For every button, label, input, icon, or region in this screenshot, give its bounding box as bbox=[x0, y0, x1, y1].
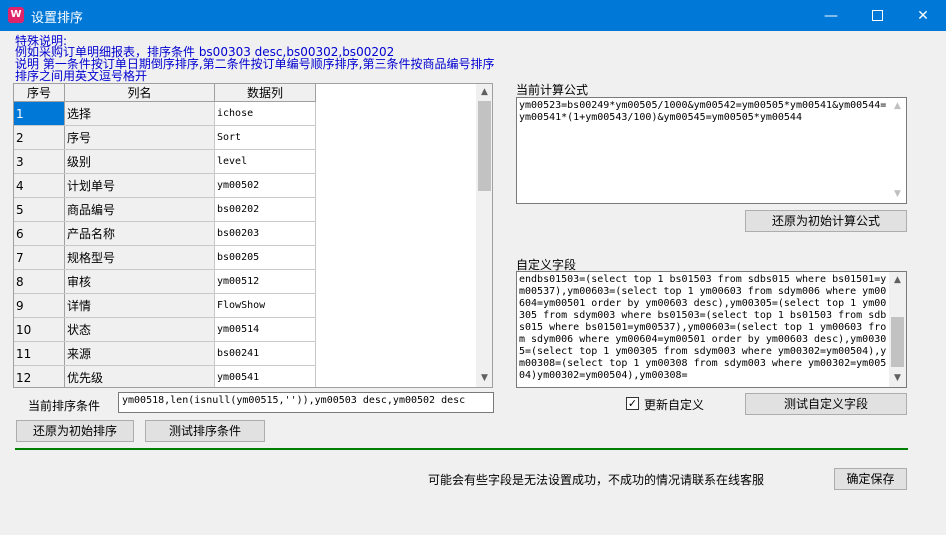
checkmark-icon: ✓ bbox=[627, 397, 638, 410]
cell-name[interactable]: 优先级 bbox=[64, 365, 215, 387]
cell-no[interactable]: 5 bbox=[14, 197, 65, 222]
maximize-icon bbox=[871, 10, 883, 21]
custom-field-text: endbs01503=(select top 1 bs01503 from sd… bbox=[519, 274, 887, 381]
custom-scroll-thumb[interactable] bbox=[891, 317, 904, 367]
cell-field[interactable]: ichose bbox=[214, 101, 316, 126]
cell-field[interactable]: FlowShow bbox=[214, 293, 316, 318]
table-row[interactable]: 5 商品编号 bs00202 bbox=[14, 197, 316, 222]
formula-scrollbar[interactable]: ▲ ▼ bbox=[889, 98, 906, 203]
cell-no[interactable]: 1 bbox=[14, 101, 65, 126]
minimize-icon: — bbox=[824, 7, 838, 24]
table-row[interactable]: 12 优先级 ym00541 bbox=[14, 365, 316, 387]
cell-no[interactable]: 12 bbox=[14, 365, 65, 387]
cell-no[interactable]: 2 bbox=[14, 125, 65, 150]
cell-field[interactable]: bs00203 bbox=[214, 221, 316, 246]
table-row[interactable]: 11 来源 bs00241 bbox=[14, 341, 316, 366]
cell-name[interactable]: 计划单号 bbox=[64, 173, 215, 198]
table-row[interactable]: 2 序号 Sort bbox=[14, 125, 316, 150]
cell-field[interactable]: ym00541 bbox=[214, 365, 316, 387]
cell-field[interactable]: ym00502 bbox=[214, 173, 316, 198]
cell-field[interactable]: level bbox=[214, 149, 316, 174]
update-custom-label[interactable]: 更新自定义 bbox=[644, 396, 704, 413]
cell-no[interactable]: 10 bbox=[14, 317, 65, 342]
test-custom-button[interactable]: 测试自定义字段 bbox=[745, 393, 907, 415]
window-title: 设置排序 bbox=[31, 11, 84, 26]
scroll-down-icon[interactable]: ▼ bbox=[889, 370, 906, 387]
maximize-button[interactable] bbox=[854, 0, 900, 31]
cell-no[interactable]: 7 bbox=[14, 245, 65, 270]
formula-label: 当前计算公式 bbox=[516, 83, 589, 97]
sort-condition-input[interactable]: ym00518,len(isnull(ym00515,'')),ym00503 … bbox=[118, 392, 494, 413]
test-sort-button[interactable]: 测试排序条件 bbox=[145, 420, 265, 442]
cell-field[interactable]: bs00205 bbox=[214, 245, 316, 270]
notice-line-4: 排序之间用英文逗号格开 bbox=[15, 69, 148, 83]
custom-field-textarea[interactable]: endbs01503=(select top 1 bs01503 from sd… bbox=[516, 271, 907, 388]
scroll-down-icon[interactable]: ▼ bbox=[889, 186, 906, 203]
cell-no[interactable]: 9 bbox=[14, 293, 65, 318]
reset-formula-button[interactable]: 还原为初始计算公式 bbox=[745, 210, 907, 232]
grid-scrollbar[interactable]: ▲ ▼ bbox=[476, 84, 492, 387]
cell-field[interactable]: ym00512 bbox=[214, 269, 316, 294]
formula-textarea[interactable]: ym00523=bs00249*ym00505/1000&ym00542=ym0… bbox=[516, 97, 907, 204]
cell-name[interactable]: 详情 bbox=[64, 293, 215, 318]
grid-header-row: 序号 列名 数据列 bbox=[14, 84, 316, 102]
grid-scroll-thumb[interactable] bbox=[478, 101, 491, 191]
close-icon: ✕ bbox=[917, 7, 929, 24]
cell-field[interactable]: bs00202 bbox=[214, 197, 316, 222]
cell-no[interactable]: 8 bbox=[14, 269, 65, 294]
scroll-up-icon[interactable]: ▲ bbox=[889, 98, 906, 115]
scroll-up-icon[interactable]: ▲ bbox=[889, 272, 906, 289]
table-row[interactable]: 3 级别 level bbox=[14, 149, 316, 174]
table-row[interactable]: 6 产品名称 bs00203 bbox=[14, 221, 316, 246]
table-row[interactable]: 10 状态 ym00514 bbox=[14, 317, 316, 342]
update-custom-checkbox[interactable]: ✓ bbox=[626, 397, 639, 410]
table-row[interactable]: 9 详情 FlowShow bbox=[14, 293, 316, 318]
sort-columns-grid[interactable]: 序号 列名 数据列 1 选择 ichose 2 序号 Sort 3 级别 level 4 计划单号 y… bbox=[13, 83, 493, 388]
table-row[interactable]: 8 审核 ym00512 bbox=[14, 269, 316, 294]
title-bar: W 设置排序 — ✕ bbox=[0, 0, 946, 31]
custom-scrollbar[interactable]: ▲ ▼ bbox=[889, 272, 906, 387]
save-button[interactable]: 确定保存 bbox=[834, 468, 907, 490]
footer-message: 可能会有些字段是无法设置成功，不成功的情况请联系在线客服 bbox=[428, 473, 765, 487]
header-field[interactable]: 数据列 bbox=[214, 84, 316, 102]
cell-no[interactable]: 3 bbox=[14, 149, 65, 174]
cell-no[interactable]: 11 bbox=[14, 341, 65, 366]
scroll-down-icon[interactable]: ▼ bbox=[476, 370, 492, 387]
cell-field[interactable]: Sort bbox=[214, 125, 316, 150]
sort-label: 当前排序条件 bbox=[28, 399, 101, 413]
cell-no[interactable]: 4 bbox=[14, 173, 65, 198]
cell-field[interactable]: ym00514 bbox=[214, 317, 316, 342]
cell-name[interactable]: 审核 bbox=[64, 269, 215, 294]
header-name[interactable]: 列名 bbox=[64, 84, 215, 102]
table-row[interactable]: 1 选择 ichose bbox=[14, 101, 316, 126]
close-button[interactable]: ✕ bbox=[900, 0, 946, 31]
cell-name[interactable]: 产品名称 bbox=[64, 221, 215, 246]
cell-name[interactable]: 级别 bbox=[64, 149, 215, 174]
table-row[interactable]: 4 计划单号 ym00502 bbox=[14, 173, 316, 198]
cell-name[interactable]: 状态 bbox=[64, 317, 215, 342]
minimize-button[interactable]: — bbox=[808, 0, 854, 31]
cell-name[interactable]: 规格型号 bbox=[64, 245, 215, 270]
app-icon: W bbox=[8, 7, 24, 23]
cell-name[interactable]: 来源 bbox=[64, 341, 215, 366]
scroll-up-icon[interactable]: ▲ bbox=[476, 84, 492, 101]
cell-name[interactable]: 序号 bbox=[64, 125, 215, 150]
reset-sort-button[interactable]: 还原为初始排序 bbox=[16, 420, 134, 442]
formula-text: ym00523=bs00249*ym00505/1000&ym00542=ym0… bbox=[519, 100, 887, 123]
cell-name[interactable]: 商品编号 bbox=[64, 197, 215, 222]
cell-field[interactable]: bs00241 bbox=[214, 341, 316, 366]
table-row[interactable]: 7 规格型号 bs00205 bbox=[14, 245, 316, 270]
cell-name[interactable]: 选择 bbox=[64, 101, 215, 126]
divider-line bbox=[15, 448, 908, 450]
header-no[interactable]: 序号 bbox=[14, 84, 65, 102]
cell-no[interactable]: 6 bbox=[14, 221, 65, 246]
